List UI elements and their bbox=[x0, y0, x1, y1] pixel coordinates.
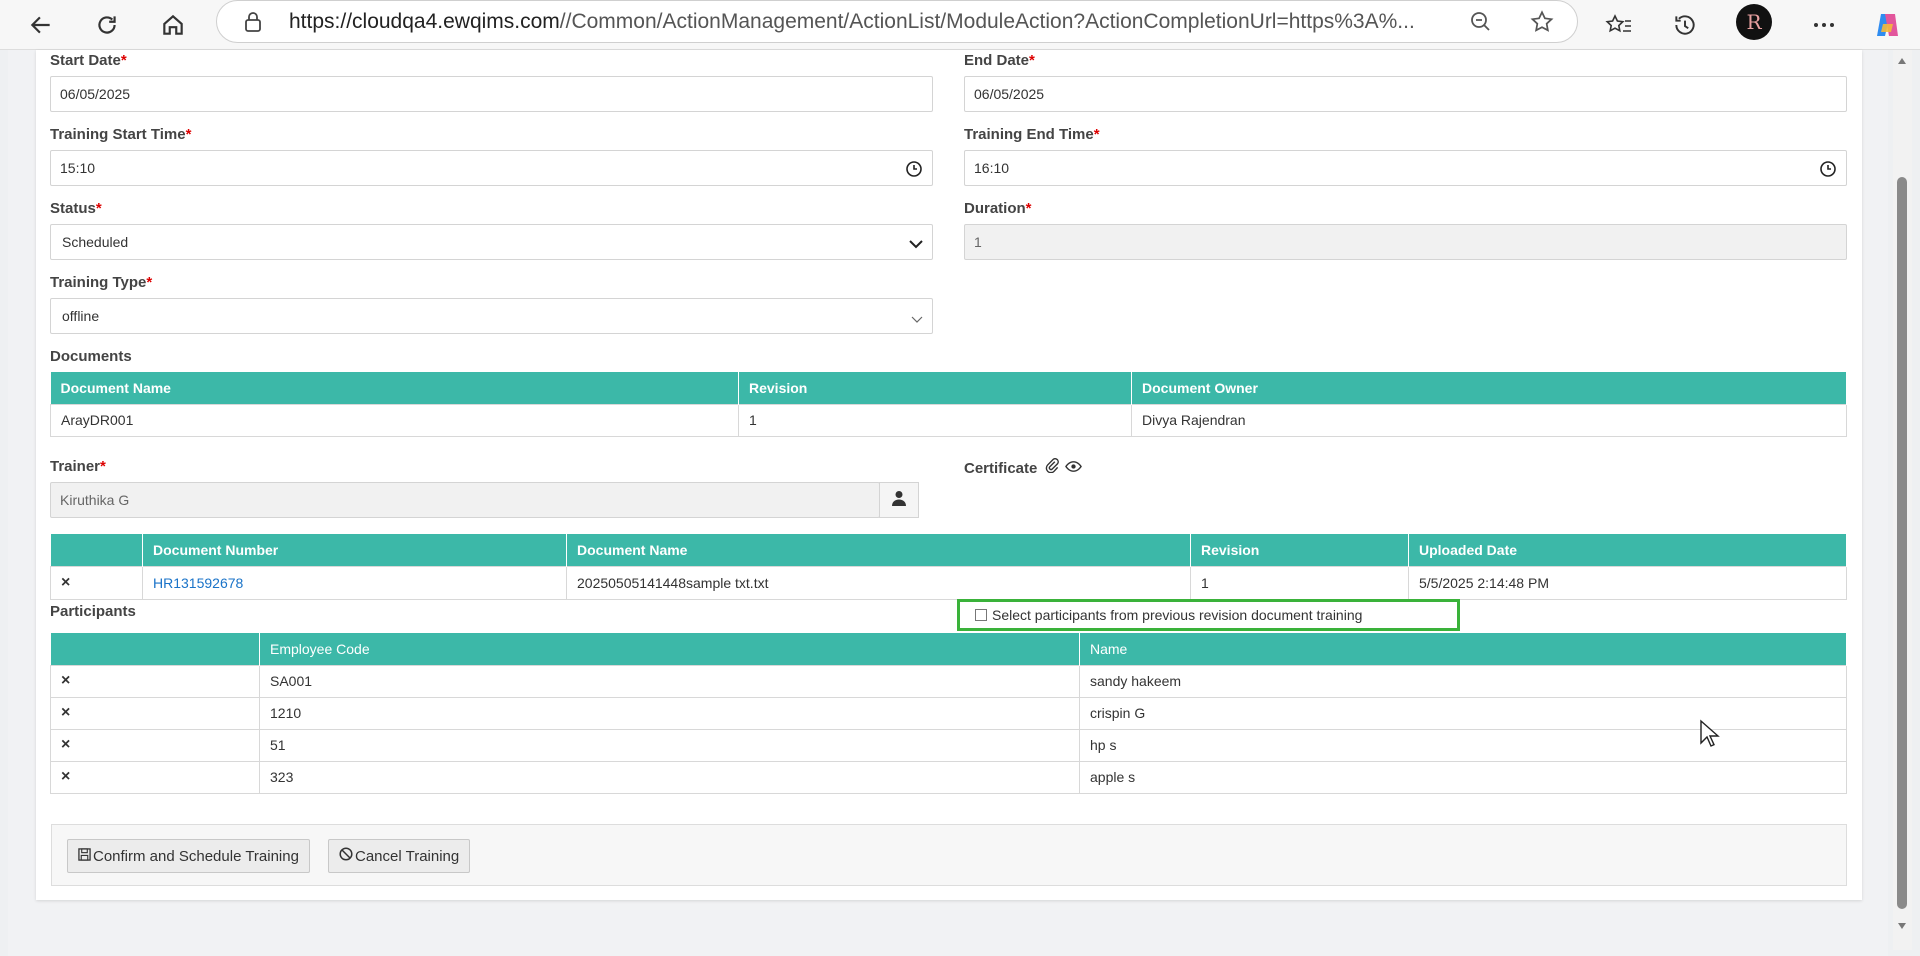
lock-icon[interactable] bbox=[243, 11, 263, 38]
zoom-out-icon[interactable] bbox=[1469, 10, 1493, 39]
column-header: Name bbox=[1079, 633, 1847, 665]
column-header: Revision bbox=[1190, 534, 1409, 566]
start-date-label: Start Date* bbox=[50, 52, 127, 69]
refresh-icon[interactable] bbox=[88, 6, 126, 44]
previous-revision-checkbox[interactable] bbox=[975, 609, 987, 621]
page-scrollbar[interactable] bbox=[1893, 50, 1912, 950]
column-header: Document Name bbox=[566, 534, 1191, 566]
ban-icon bbox=[339, 847, 355, 865]
column-header: Document Number bbox=[142, 534, 567, 566]
scroll-down-icon[interactable] bbox=[1897, 922, 1907, 930]
chevron-down-icon bbox=[909, 236, 923, 252]
table-cell: ArayDR001 bbox=[50, 403, 739, 437]
table-row: ArayDR001 1 Divya Rajendran bbox=[50, 403, 1847, 437]
table-cell: crispin G bbox=[1079, 696, 1847, 730]
copilot-icon[interactable] bbox=[1868, 6, 1906, 44]
remove-icon[interactable]: × bbox=[50, 565, 143, 600]
remove-icon[interactable]: × bbox=[50, 728, 260, 762]
column-header: Document Name bbox=[50, 372, 739, 404]
favorites-icon[interactable] bbox=[1600, 6, 1638, 44]
trainer-input: Kiruthika G bbox=[50, 482, 880, 518]
column-header: Document Owner bbox=[1131, 372, 1847, 404]
column-header: Employee Code bbox=[259, 633, 1080, 665]
chevron-down-icon bbox=[911, 311, 923, 327]
table-row: × HR131592678 20250505141448sample txt.t… bbox=[50, 565, 1847, 600]
end-date-label: End Date* bbox=[964, 52, 1035, 69]
end-time-label: Training End Time* bbox=[964, 126, 1100, 143]
document-number-link[interactable]: HR131592678 bbox=[142, 565, 567, 600]
column-header: Revision bbox=[738, 372, 1132, 404]
table-cell: hp s bbox=[1079, 728, 1847, 762]
mouse-cursor-icon bbox=[1700, 719, 1720, 747]
uploaded-documents-table: Document Number Document Name Revision U… bbox=[50, 534, 1847, 600]
end-time-input[interactable]: 16:10 bbox=[964, 150, 1847, 186]
start-time-input[interactable]: 15:10 bbox=[50, 150, 933, 186]
column-header bbox=[50, 534, 143, 566]
training-form-card: Start Date* 06/05/2025 End Date* 06/05/2… bbox=[36, 50, 1862, 900]
browser-toolbar: https://cloudqa4.ewqims.com//Common/Acti… bbox=[0, 0, 1920, 50]
remove-icon[interactable]: × bbox=[50, 664, 260, 698]
table-row: × 51 hp s bbox=[50, 728, 1847, 762]
scroll-up-icon[interactable] bbox=[1897, 57, 1907, 65]
page-background: Start Date* 06/05/2025 End Date* 06/05/2… bbox=[8, 50, 1888, 956]
checkbox-label: Select participants from previous revisi… bbox=[992, 607, 1363, 623]
cancel-training-button[interactable]: Cancel Training bbox=[328, 839, 471, 873]
start-time-label: Training Start Time* bbox=[50, 126, 192, 143]
back-arrow-icon[interactable] bbox=[22, 6, 60, 44]
table-row: × SA001 sandy hakeem bbox=[50, 664, 1847, 698]
training-type-select[interactable]: offline bbox=[50, 298, 933, 334]
url-text: https://cloudqa4.ewqims.com//Common/Acti… bbox=[289, 10, 1415, 33]
history-icon[interactable] bbox=[1666, 6, 1704, 44]
table-cell: 5/5/2025 2:14:48 PM bbox=[1408, 565, 1847, 600]
profile-avatar[interactable]: R bbox=[1736, 4, 1772, 40]
start-date-input[interactable]: 06/05/2025 bbox=[50, 76, 933, 112]
duration-label: Duration* bbox=[964, 200, 1032, 217]
address-bar[interactable]: https://cloudqa4.ewqims.com//Common/Acti… bbox=[216, 0, 1578, 43]
table-cell: 20250505141448sample txt.txt bbox=[566, 565, 1191, 600]
favorite-star-icon[interactable] bbox=[1529, 9, 1555, 40]
trainer-label: Trainer* bbox=[50, 458, 106, 475]
remove-icon[interactable]: × bbox=[50, 696, 260, 730]
home-icon[interactable] bbox=[154, 6, 192, 44]
duration-input: 1 bbox=[964, 224, 1847, 260]
documents-table: Document Name Revision Document Owner Ar… bbox=[50, 372, 1847, 437]
user-icon bbox=[891, 490, 907, 511]
participants-table: Employee Code Name × SA001 sandy hakeem … bbox=[50, 633, 1847, 794]
training-type-label: Training Type* bbox=[50, 274, 153, 291]
status-select[interactable]: Scheduled bbox=[50, 224, 933, 260]
clock-icon[interactable] bbox=[1819, 160, 1837, 181]
scrollbar-thumb[interactable] bbox=[1897, 177, 1907, 909]
table-cell: Divya Rajendran bbox=[1131, 403, 1847, 437]
table-cell: 1 bbox=[738, 403, 1132, 437]
certificate-label: Certificate bbox=[964, 458, 1082, 477]
column-header: Uploaded Date bbox=[1408, 534, 1847, 566]
select-trainer-button[interactable] bbox=[879, 482, 919, 518]
table-row: × 323 apple s bbox=[50, 760, 1847, 794]
previous-revision-participants-option[interactable]: Select participants from previous revisi… bbox=[957, 599, 1460, 631]
table-cell: apple s bbox=[1079, 760, 1847, 794]
more-menu-icon[interactable] bbox=[1805, 6, 1843, 44]
confirm-schedule-button[interactable]: Confirm and Schedule Training bbox=[67, 839, 310, 873]
end-date-input[interactable]: 06/05/2025 bbox=[964, 76, 1847, 112]
save-icon bbox=[78, 847, 93, 865]
table-cell: SA001 bbox=[259, 664, 1080, 698]
remove-icon[interactable]: × bbox=[50, 760, 260, 794]
participants-label: Participants bbox=[50, 603, 136, 620]
table-cell: sandy hakeem bbox=[1079, 664, 1847, 698]
status-label: Status* bbox=[50, 200, 102, 217]
column-header bbox=[50, 633, 260, 665]
paperclip-icon[interactable] bbox=[1045, 458, 1059, 477]
clock-icon[interactable] bbox=[905, 160, 923, 181]
documents-label: Documents bbox=[50, 348, 132, 365]
actions-panel: Confirm and Schedule Training Cancel Tra… bbox=[51, 824, 1847, 886]
eye-icon[interactable] bbox=[1064, 460, 1082, 477]
table-cell: 323 bbox=[259, 760, 1080, 794]
table-cell: 51 bbox=[259, 728, 1080, 762]
table-cell: 1210 bbox=[259, 696, 1080, 730]
table-row: × 1210 crispin G bbox=[50, 696, 1847, 730]
table-cell: 1 bbox=[1190, 565, 1409, 600]
